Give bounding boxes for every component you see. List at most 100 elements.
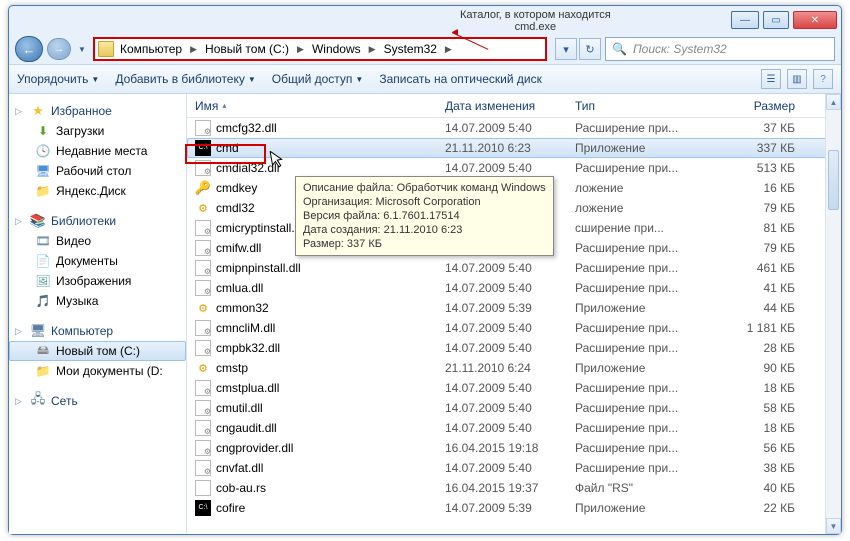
close-button[interactable]: ✕ <box>793 11 837 29</box>
nav-history-dropdown[interactable]: ▼ <box>75 38 89 60</box>
file-size: 1 181 КБ <box>725 321 805 335</box>
file-size: 18 КБ <box>725 421 805 435</box>
file-row[interactable]: cmd21.11.2010 6:23Приложение337 КБ <box>187 138 841 158</box>
file-row[interactable]: cob-au.rs16.04.2015 19:37Файл "RS"40 КБ <box>187 478 841 498</box>
file-row[interactable]: cmncliM.dll14.07.2009 5:40Расширение при… <box>187 318 841 338</box>
vertical-scrollbar[interactable]: ▲ ▼ <box>825 94 841 534</box>
file-size: 337 КБ <box>725 141 805 155</box>
file-size: 81 КБ <box>725 221 805 235</box>
file-row[interactable]: ⚙cmmon3214.07.2009 5:39Приложение44 КБ <box>187 298 841 318</box>
address-dropdown-button[interactable]: ▾ <box>555 38 577 60</box>
minimize-button[interactable]: — <box>731 11 759 29</box>
network-header[interactable]: ▷🖧Сеть <box>9 391 186 411</box>
breadcrumb-system32[interactable]: System32 <box>380 42 441 56</box>
sidebar-item-drive-c[interactable]: 🖴Новый том (C:) <box>9 341 186 361</box>
scroll-up-button[interactable]: ▲ <box>826 94 841 110</box>
sidebar-item-yandex[interactable]: 📁Яндекс.Диск <box>9 181 186 201</box>
chevron-right-icon[interactable]: ▶ <box>188 44 199 55</box>
file-type: Расширение при... <box>575 381 725 395</box>
file-type-icon <box>195 440 211 456</box>
sidebar-item-recent[interactable]: 🕓Недавние места <box>9 141 186 161</box>
share-menu[interactable]: Общий доступ▼ <box>272 72 364 86</box>
maximize-button[interactable]: ▭ <box>763 11 789 29</box>
file-row[interactable]: cmcfg32.dll14.07.2009 5:40Расширение при… <box>187 118 841 138</box>
file-name: cngaudit.dll <box>216 421 277 435</box>
libraries-header[interactable]: ▷📚Библиотеки <box>9 211 186 231</box>
file-name-cell: cmlua.dll <box>195 280 445 296</box>
refresh-button[interactable]: ↻ <box>579 38 601 60</box>
file-row[interactable]: cmutil.dll14.07.2009 5:40Расширение при.… <box>187 398 841 418</box>
file-date: 21.11.2010 6:23 <box>445 141 575 155</box>
external-annotation: Каталог, в котором находится cmd.exe <box>460 9 611 33</box>
file-type: Расширение при... <box>575 281 725 295</box>
column-type[interactable]: Тип <box>575 99 725 113</box>
sidebar-item-pictures[interactable]: 🖼Изображения <box>9 271 186 291</box>
file-name-cell: cmcfg32.dll <box>195 120 445 136</box>
file-size: 79 КБ <box>725 241 805 255</box>
sidebar-item-downloads[interactable]: ⬇Загрузки <box>9 121 186 141</box>
file-row[interactable]: cnvfat.dll14.07.2009 5:40Расширение при.… <box>187 458 841 478</box>
file-date: 14.07.2009 5:40 <box>445 261 575 275</box>
file-row[interactable]: cofire14.07.2009 5:39Приложение22 КБ <box>187 498 841 518</box>
file-type: Расширение при... <box>575 121 725 135</box>
file-size: 16 КБ <box>725 181 805 195</box>
file-row[interactable]: cmstplua.dll 14.07.2009 5:40Расширение пр… <box>187 378 841 398</box>
file-name-cell: cofire <box>195 500 445 516</box>
file-type-icon <box>195 400 211 416</box>
search-input[interactable]: 🔍 Поиск: System32 <box>605 37 835 61</box>
chevron-right-icon[interactable]: ▶ <box>367 44 378 55</box>
sidebar-item-my-documents[interactable]: 📁Мои документы (D: <box>9 361 186 381</box>
breadcrumb-computer[interactable]: Компьютер <box>116 42 186 56</box>
nav-back-button[interactable]: ← <box>15 36 43 62</box>
file-name: cmifw.dll <box>216 241 261 255</box>
file-type: Расширение при... <box>575 441 725 455</box>
navigation-row: ← → ▼ Компьютер ▶ Новый том (C:) ▶ Windo… <box>9 34 841 64</box>
organize-menu[interactable]: Упорядочить▼ <box>17 72 99 86</box>
scroll-thumb[interactable] <box>828 150 839 210</box>
scroll-down-button[interactable]: ▼ <box>826 518 841 534</box>
file-row[interactable]: cngaudit.dll14.07.2009 5:40Расширение пр… <box>187 418 841 438</box>
file-size: 37 КБ <box>725 121 805 135</box>
file-row[interactable]: ⚙cmstp21.11.2010 6:24Приложение90 КБ <box>187 358 841 378</box>
file-name: cmncliM.dll <box>216 321 275 335</box>
column-size[interactable]: Размер <box>725 99 805 113</box>
add-to-library-menu[interactable]: Добавить в библиотеку▼ <box>115 72 255 86</box>
file-date: 14.07.2009 5:40 <box>445 421 575 435</box>
file-tooltip: Описание файла: Обработчик команд Window… <box>295 176 554 256</box>
file-size: 40 КБ <box>725 481 805 495</box>
file-name-cell: ⚙cmstp <box>195 360 445 376</box>
file-name: cmutil.dll <box>216 401 263 415</box>
file-date: 16.04.2015 19:18 <box>445 441 575 455</box>
toolbar: Упорядочить▼ Добавить в библиотеку▼ Общи… <box>9 64 841 94</box>
file-type: Файл "RS" <box>575 481 725 495</box>
view-options-button[interactable]: ☰ <box>761 69 781 89</box>
file-type: Расширение при... <box>575 161 725 175</box>
address-bar[interactable]: Компьютер ▶ Новый том (C:) ▶ Windows ▶ S… <box>93 37 547 61</box>
file-name-cell: ⚙cmmon32 <box>195 300 445 316</box>
breadcrumb-drive[interactable]: Новый том (C:) <box>201 42 293 56</box>
file-row[interactable]: cmipnpinstall.dll14.07.2009 5:40Расширен… <box>187 258 841 278</box>
sidebar-item-desktop[interactable]: 🖥Рабочий стол <box>9 161 186 181</box>
preview-pane-button[interactable]: ▥ <box>787 69 807 89</box>
sidebar-item-music[interactable]: 🎵Музыка <box>9 291 186 311</box>
sidebar-item-documents[interactable]: 📄Документы <box>9 251 186 271</box>
file-name: cmstplua.dll <box>216 381 279 395</box>
nav-forward-button[interactable]: → <box>47 38 71 60</box>
computer-header[interactable]: ▷🖥Компьютер <box>9 321 186 341</box>
breadcrumb-windows[interactable]: Windows <box>308 42 365 56</box>
content-area: ▷★Избранное ⬇Загрузки 🕓Недавние места 🖥Р… <box>9 94 841 534</box>
column-name[interactable]: Имя▴ <box>195 99 445 113</box>
chevron-right-icon[interactable]: ▶ <box>295 44 306 55</box>
file-row[interactable]: cmlua.dll14.07.2009 5:40Расширение при..… <box>187 278 841 298</box>
favorites-header[interactable]: ▷★Избранное <box>9 101 186 121</box>
file-type: Расширение при... <box>575 341 725 355</box>
file-row[interactable]: cngprovider.dll16.04.2015 19:18Расширени… <box>187 438 841 458</box>
file-size: 513 КБ <box>725 161 805 175</box>
burn-button[interactable]: Записать на оптический диск <box>379 72 542 86</box>
column-date[interactable]: Дата изменения <box>445 99 575 113</box>
file-row[interactable]: cmpbk32.dll14.07.2009 5:40Расширение при… <box>187 338 841 358</box>
chevron-right-icon[interactable]: ▶ <box>443 44 454 55</box>
sidebar-item-video[interactable]: 🎞Видео <box>9 231 186 251</box>
help-button[interactable]: ? <box>813 69 833 89</box>
file-date: 14.07.2009 5:40 <box>445 381 575 395</box>
